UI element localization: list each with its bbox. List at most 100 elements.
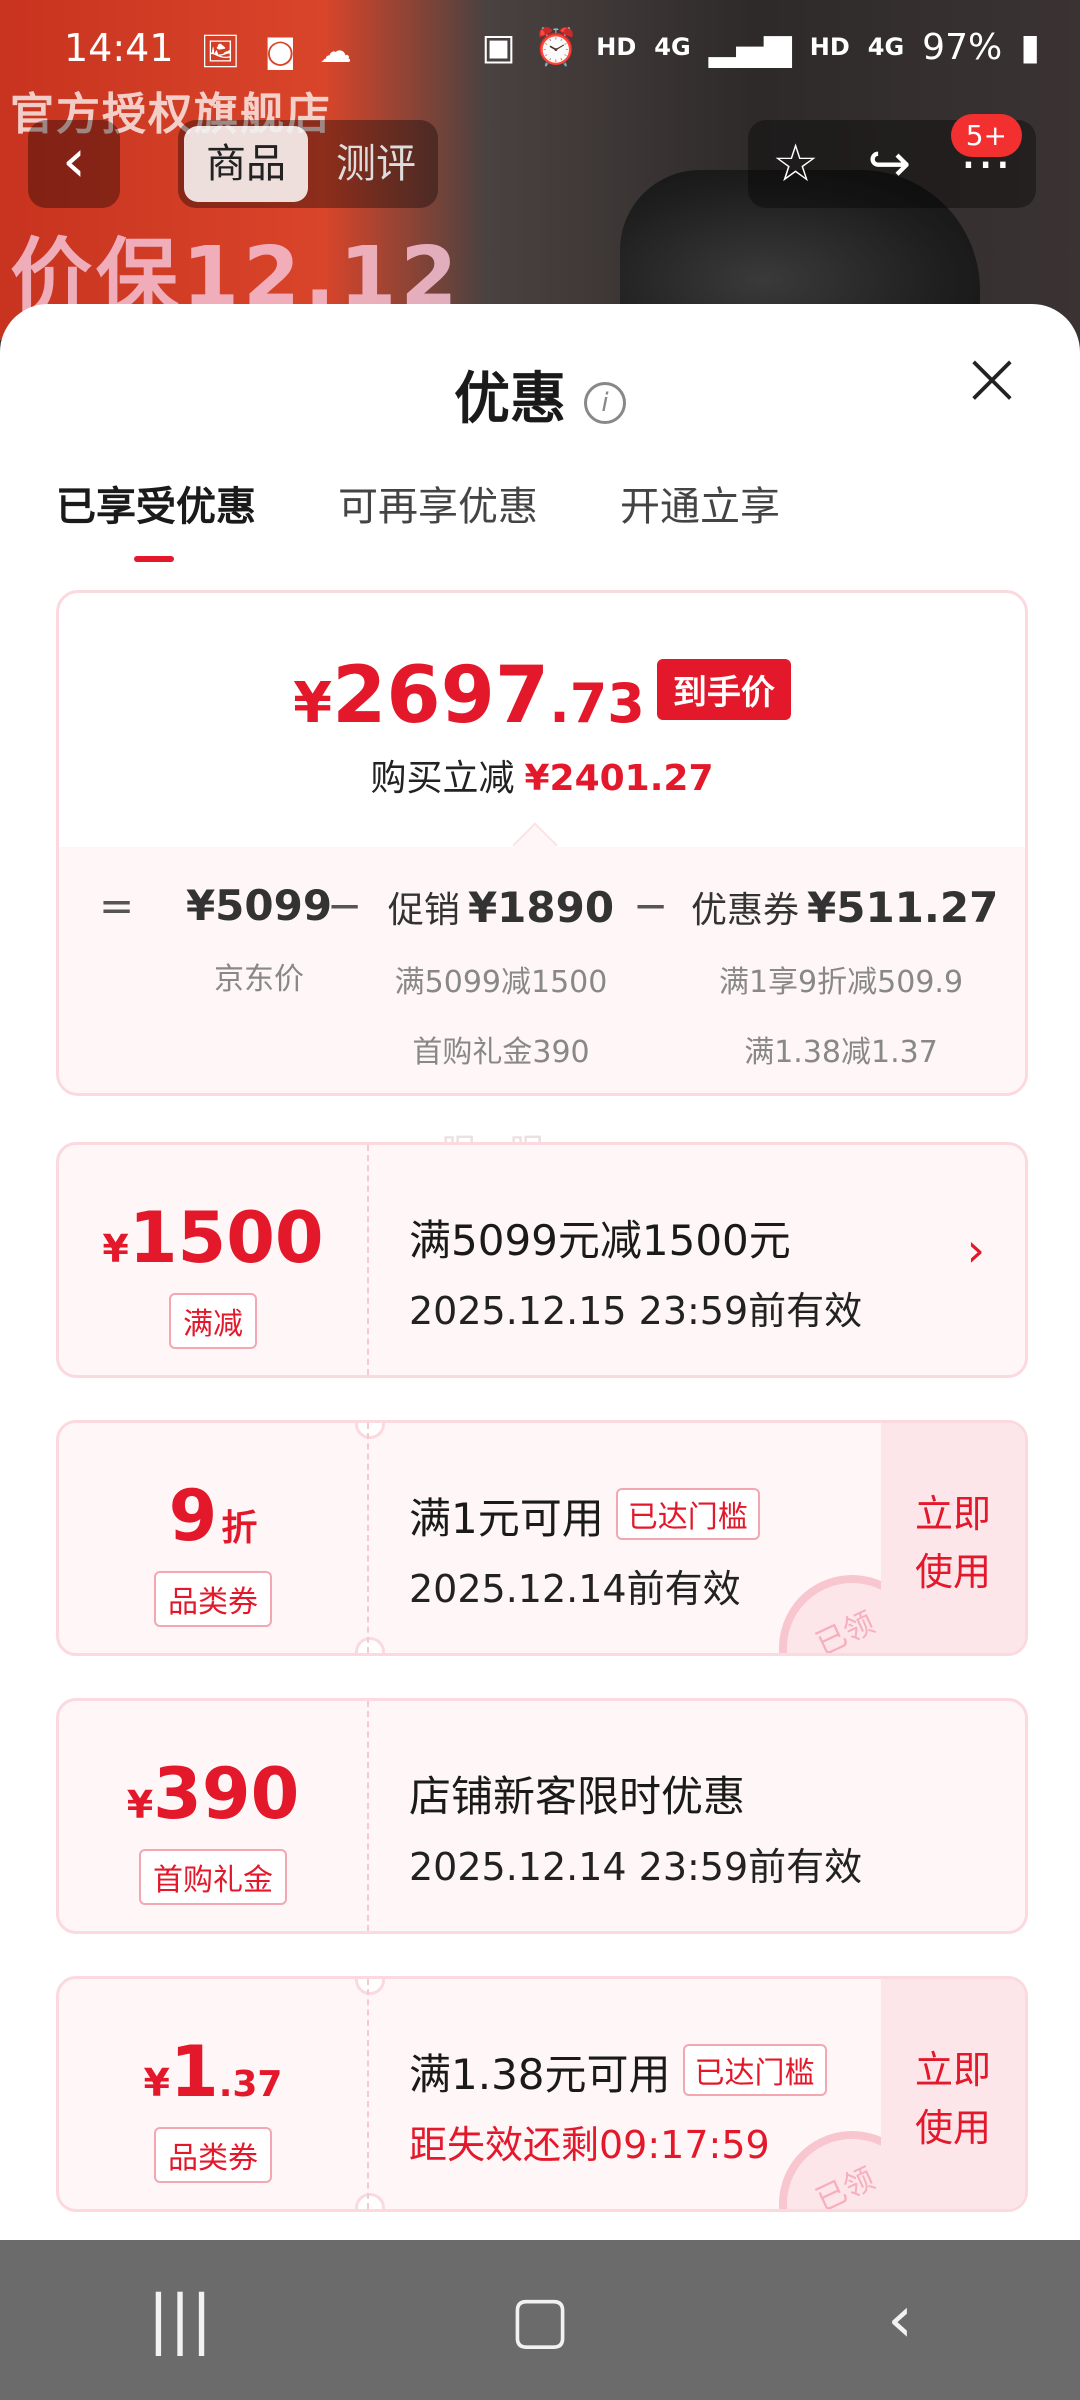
system-navigation-bar: ||| ▢ ‹ xyxy=(0,2240,1080,2400)
coupon-type-tag: 品类券 xyxy=(154,2127,272,2183)
coupon-unit: 折 xyxy=(221,1508,258,1549)
message-badge: 5+ xyxy=(950,114,1022,157)
coupon-value-area: ¥390 首购礼金 xyxy=(59,1701,367,1931)
coupon-currency: ¥ xyxy=(126,1783,154,1827)
status-bar: 14:41 🖼 ◙ ☁ ▣ ⏰ HD 4G ▂▄▆ HD 4G 97% ▮ xyxy=(0,0,1080,100)
battery-percent: 97% xyxy=(922,26,1003,68)
use-now-label-1: 立即 xyxy=(914,2048,991,2092)
promo-label: 促销 xyxy=(387,890,460,931)
discount-tabs: 已享受优惠 可再享优惠 开通立享 xyxy=(56,474,780,562)
coupon-value: ¥511.27 xyxy=(807,883,999,932)
cloud-icon: ☁ xyxy=(319,32,352,70)
final-price-tag: 到手价 xyxy=(656,659,791,720)
coupon-card-category-reduction: ¥1.37 品类券 满1.38元可用 已达门槛 距失效还剩09:17:59 已领 … xyxy=(56,1976,1028,2212)
hd-label-1: HD xyxy=(596,33,637,61)
coupon-type-tag: 品类券 xyxy=(154,1571,272,1627)
coupon-card-category-discount: 9折 品类券 满1元可用 已达门槛 2025.12.14前有效 已领 立即 使用 xyxy=(56,1420,1028,1656)
save-line: 购买立减 ¥2401.27 xyxy=(59,749,1025,801)
coupon-divider xyxy=(367,1145,369,1375)
coupon-validity: 2025.12.14 23:59前有效 xyxy=(409,1845,863,1889)
promo-detail-1: 满5099减1500 xyxy=(394,965,608,1000)
tab-enjoyed-discounts[interactable]: 已享受优惠 xyxy=(56,474,256,562)
top-navigation: ‹ 商品 测评 ☆ ↪ ⋯ 5+ xyxy=(0,114,1080,210)
chevron-right-icon[interactable]: › xyxy=(967,1223,985,1277)
favorite-star-icon[interactable]: ☆ xyxy=(772,134,819,194)
threshold-reached-tag: 已达门槛 xyxy=(682,2044,827,2096)
equals-sign: = xyxy=(99,881,135,930)
coupon-amount: ¥390 xyxy=(59,1753,367,1835)
coupon-amount-number: 390 xyxy=(153,1753,300,1835)
coupon-amount: ¥1.37 xyxy=(59,2031,367,2113)
use-now-label-2: 使用 xyxy=(914,2106,991,2150)
price-integer: 2697 xyxy=(332,651,550,741)
coupon-info: 满5099元减1500元 2025.12.15 23:59前有效 xyxy=(409,1207,949,1335)
use-now-button[interactable]: 立即 使用 xyxy=(881,1979,1025,2209)
final-price: ¥2697.73 到手价 xyxy=(59,651,1025,741)
price-currency: ¥ xyxy=(293,671,333,736)
battery-saver-icon: ▣ xyxy=(481,26,516,68)
home-icon[interactable]: ▢ xyxy=(470,2283,610,2357)
tab-activate-discounts[interactable]: 开通立享 xyxy=(620,474,780,562)
battery-icon: ▮ xyxy=(1020,26,1040,68)
share-icon[interactable]: ↪ xyxy=(868,134,912,194)
price-breakdown: = ¥5099 京东价 − 促销 ¥1890 满5099减1500 首购礼金390… xyxy=(59,847,1025,1093)
use-now-button[interactable]: 立即 使用 xyxy=(881,1423,1025,1653)
coupon-amount-number: 1500 xyxy=(128,1197,324,1279)
sheet-title-text: 优惠 xyxy=(454,367,566,432)
coupon-amount: 9折 xyxy=(59,1475,367,1557)
coupon-type-tag: 满减 xyxy=(169,1293,257,1349)
coupon-title: 满1.38元可用 xyxy=(409,2050,671,2099)
tab-more-discounts[interactable]: 可再享优惠 xyxy=(338,474,538,562)
coupon-currency: ¥ xyxy=(102,1227,129,1271)
coupon-validity: 2025.12.15 23:59前有效 xyxy=(409,1289,863,1333)
coupon-label: 优惠券 xyxy=(691,890,800,931)
coupon-info: 店铺新客限时优惠 2025.12.14 23:59前有效 xyxy=(409,1763,949,1891)
breakdown-promotion: 促销 ¥1890 满5099减1500 首购礼金390 xyxy=(381,881,621,1071)
nav-tab-review[interactable]: 测评 xyxy=(314,120,438,208)
coupon-divider xyxy=(367,1701,369,1931)
coupon-title: 满5099元减1500元 xyxy=(409,1216,791,1265)
nav-tab-product[interactable]: 商品 xyxy=(184,126,308,202)
minus-sign-1: − xyxy=(327,881,363,930)
coupon-card-full-reduction[interactable]: ¥1500 满减 满5099元减1500元 2025.12.15 23:59前有… xyxy=(56,1142,1028,1378)
chevron-left-icon: ‹ xyxy=(62,126,86,196)
status-notification-icons: 🖼 ◙ ☁ xyxy=(200,32,352,70)
coupon-amount-number: 9 xyxy=(168,1475,218,1557)
back-button[interactable]: ‹ xyxy=(28,120,120,208)
discount-sheet: 优惠 i × 已享受优惠 可再享优惠 开通立享 ¥2697.73 到手价 购买立减 ¥… xyxy=(0,304,1080,2240)
info-icon[interactable]: i xyxy=(584,381,626,424)
coupon-amount-number: 1 xyxy=(169,2031,219,2113)
coupon-card-first-purchase: ¥390 首购礼金 店铺新客限时优惠 2025.12.14 23:59前有效 xyxy=(56,1698,1028,1934)
jd-price-label: 京东价 xyxy=(214,962,304,997)
coupon-value-area: ¥1.37 品类券 xyxy=(59,1979,367,2209)
status-time: 14:41 xyxy=(64,26,174,70)
use-now-label-2: 使用 xyxy=(914,1550,991,1594)
coupon-currency: ¥ xyxy=(143,2061,170,2105)
signal-icon: ▂▄▆ xyxy=(708,26,792,68)
recent-apps-icon[interactable]: ||| xyxy=(110,2283,250,2357)
minus-sign-2: − xyxy=(633,881,669,930)
close-icon[interactable]: × xyxy=(960,340,1024,416)
sheet-title: 优惠 i xyxy=(0,354,1080,435)
coupon-value-area: 9折 品类券 xyxy=(59,1423,367,1653)
coupon-title: 店铺新客限时优惠 xyxy=(409,1772,746,1821)
threshold-reached-tag: 已达门槛 xyxy=(615,1488,760,1540)
coupon-detail-1: 满1享9折减509.9 xyxy=(718,965,964,1000)
back-nav-icon[interactable]: ‹ xyxy=(830,2283,970,2357)
status-right: ▣ ⏰ HD 4G ▂▄▆ HD 4G 97% ▮ xyxy=(481,26,1040,69)
promo-detail-2: 首购礼金390 xyxy=(412,1035,590,1070)
network-4g-label-1: 4G xyxy=(654,33,691,61)
coupon-divider xyxy=(367,1423,369,1653)
summary-top: ¥2697.73 到手价 购买立减 ¥2401.27 xyxy=(59,593,1025,847)
coupon-type-tag: 首购礼金 xyxy=(139,1849,287,1905)
breakdown-coupon: 优惠券 ¥511.27 满1享9折减509.9 满1.38减1.37 xyxy=(691,881,998,1071)
nav-actions: ☆ ↪ ⋯ 5+ xyxy=(748,114,1036,208)
coupon-detail-2: 满1.38减1.37 xyxy=(744,1035,938,1070)
app-notification-icon: ◙ xyxy=(264,32,296,70)
hd-label-2: HD xyxy=(809,33,850,61)
gallery-icon: 🖼 xyxy=(200,32,241,70)
coupon-amount: ¥1500 xyxy=(59,1197,367,1279)
coupon-divider xyxy=(367,1979,369,2209)
network-4g-label-2: 4G xyxy=(867,33,905,61)
save-label: 购买立减 xyxy=(370,758,515,799)
